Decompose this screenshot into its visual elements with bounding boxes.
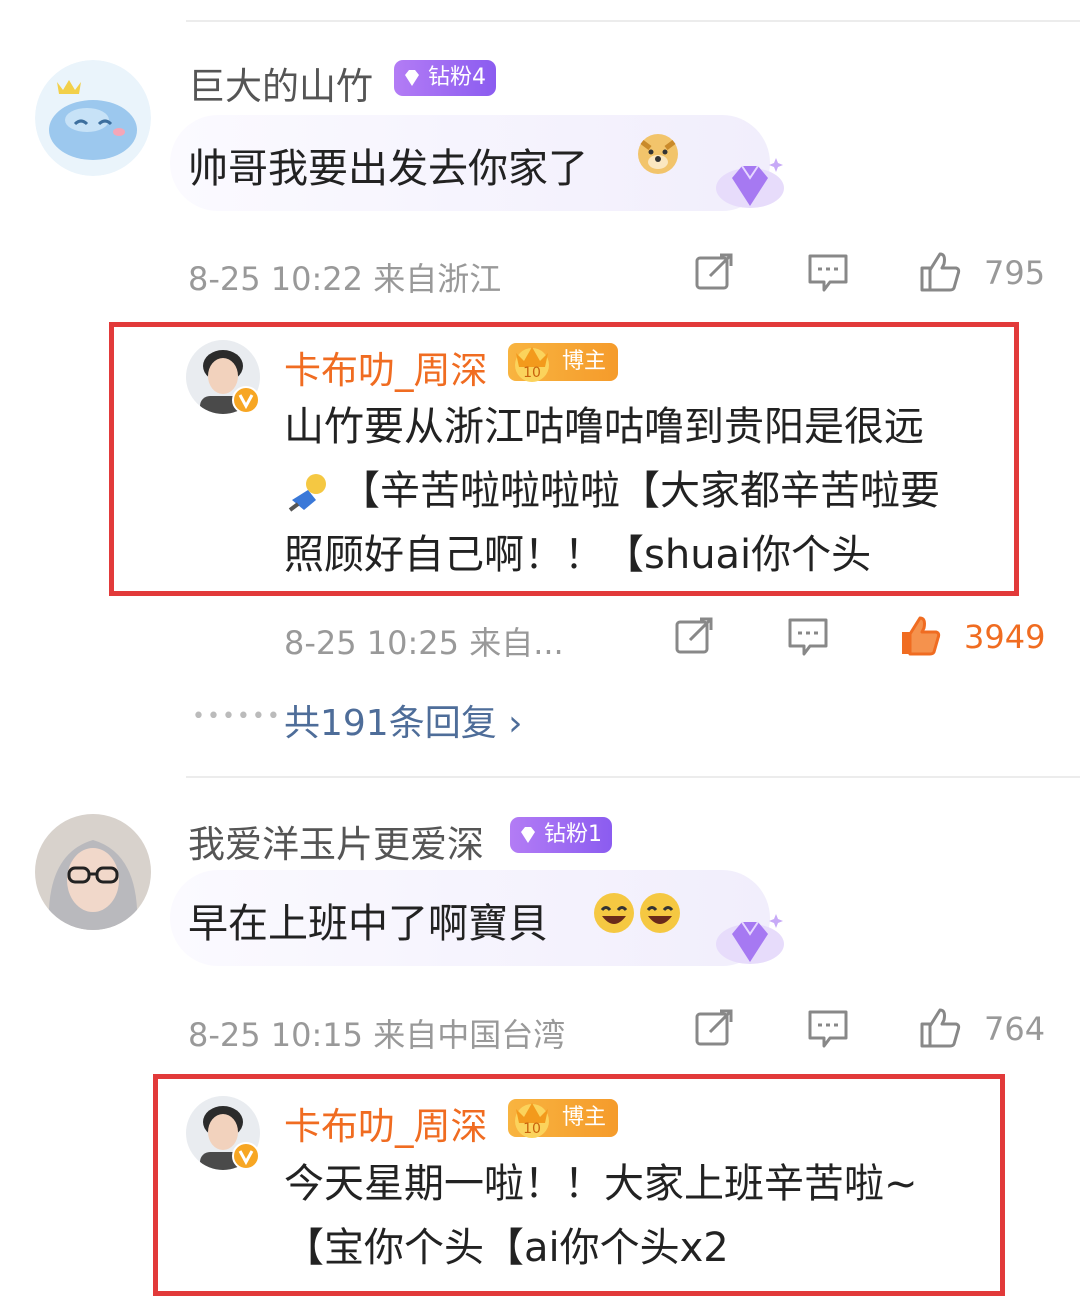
username[interactable]: 巨大的山竹 bbox=[188, 56, 373, 110]
comment-meta: 8-25 10:15 来自中国台湾 bbox=[188, 1016, 566, 1054]
comment-text: 帅哥我要出发去你家了 bbox=[188, 146, 588, 192]
reply-line-1: 今天星期一啦！！大家上班辛苦啦~ bbox=[284, 1161, 918, 1207]
liked-icon[interactable] bbox=[898, 612, 942, 656]
running-emoji bbox=[288, 474, 326, 512]
like-count: 764 bbox=[984, 1010, 1046, 1048]
like-count: 795 bbox=[984, 254, 1046, 292]
reply-line-2: 【辛苦啦啦啦啦【大家都辛苦啦要 bbox=[340, 468, 940, 514]
fan-badge-label: 钻粉4 bbox=[428, 65, 486, 90]
comment-icon[interactable] bbox=[786, 614, 830, 658]
comment-divider bbox=[186, 776, 1080, 778]
reply-line-3: 照顾好自己啊！！【shuai你个头 bbox=[284, 532, 872, 578]
comment-meta: 8-25 10:22 来自浙江 bbox=[188, 260, 502, 298]
blogger-username[interactable]: 卡布叻_周深 bbox=[284, 1096, 488, 1150]
more-dots: •••••• bbox=[192, 704, 282, 729]
reply-line-1: 山竹要从浙江咕噜咕噜到贵阳是很远 bbox=[284, 404, 924, 450]
comment-icon[interactable] bbox=[806, 1006, 850, 1050]
avatar[interactable] bbox=[35, 60, 151, 176]
verified-icon bbox=[232, 386, 260, 414]
diamond-icon bbox=[521, 827, 535, 843]
fan-badge-label: 钻粉1 bbox=[544, 822, 602, 847]
blogger-badge-label: 博主 bbox=[561, 1105, 606, 1130]
crown-icon: 10 bbox=[515, 347, 549, 382]
like-icon[interactable] bbox=[918, 1004, 962, 1048]
doge-emoji bbox=[638, 134, 678, 174]
svg-text:10: 10 bbox=[523, 365, 541, 381]
reply-meta: 8-25 10:25 来自... bbox=[284, 624, 564, 662]
laugh-emoji bbox=[594, 893, 680, 933]
reply-line-2: 【宝你个头【ai你个头x2 bbox=[284, 1225, 729, 1271]
fan-badge[interactable]: 钻粉4 bbox=[394, 60, 496, 96]
username[interactable]: 我爱洋玉片更爱深 bbox=[188, 814, 484, 868]
share-icon[interactable] bbox=[692, 250, 736, 294]
svg-text:10: 10 bbox=[523, 1121, 541, 1137]
diamond-fan-icon bbox=[716, 914, 784, 964]
like-icon[interactable] bbox=[918, 248, 962, 292]
top-divider bbox=[186, 20, 1080, 22]
diamond-fan-icon bbox=[716, 158, 784, 208]
avatar[interactable] bbox=[35, 814, 151, 930]
comment-icon[interactable] bbox=[806, 250, 850, 294]
fan-badge[interactable]: 钻粉1 bbox=[510, 817, 612, 853]
blogger-badge-label: 博主 bbox=[561, 349, 606, 374]
diamond-icon bbox=[405, 70, 419, 86]
blogger-username[interactable]: 卡布叻_周深 bbox=[284, 340, 488, 394]
crown-icon: 10 bbox=[515, 1103, 549, 1138]
blogger-badge[interactable]: 10 博主 bbox=[508, 343, 618, 382]
comment-text: 早在上班中了啊寶貝 bbox=[188, 901, 548, 947]
blogger-badge[interactable]: 10 博主 bbox=[508, 1099, 618, 1138]
share-icon[interactable] bbox=[692, 1006, 736, 1050]
reply-like-count: 3949 bbox=[964, 618, 1046, 656]
share-icon[interactable] bbox=[672, 614, 716, 658]
verified-icon bbox=[232, 1142, 260, 1170]
view-replies-link[interactable]: 共191条回复 › bbox=[284, 694, 523, 746]
